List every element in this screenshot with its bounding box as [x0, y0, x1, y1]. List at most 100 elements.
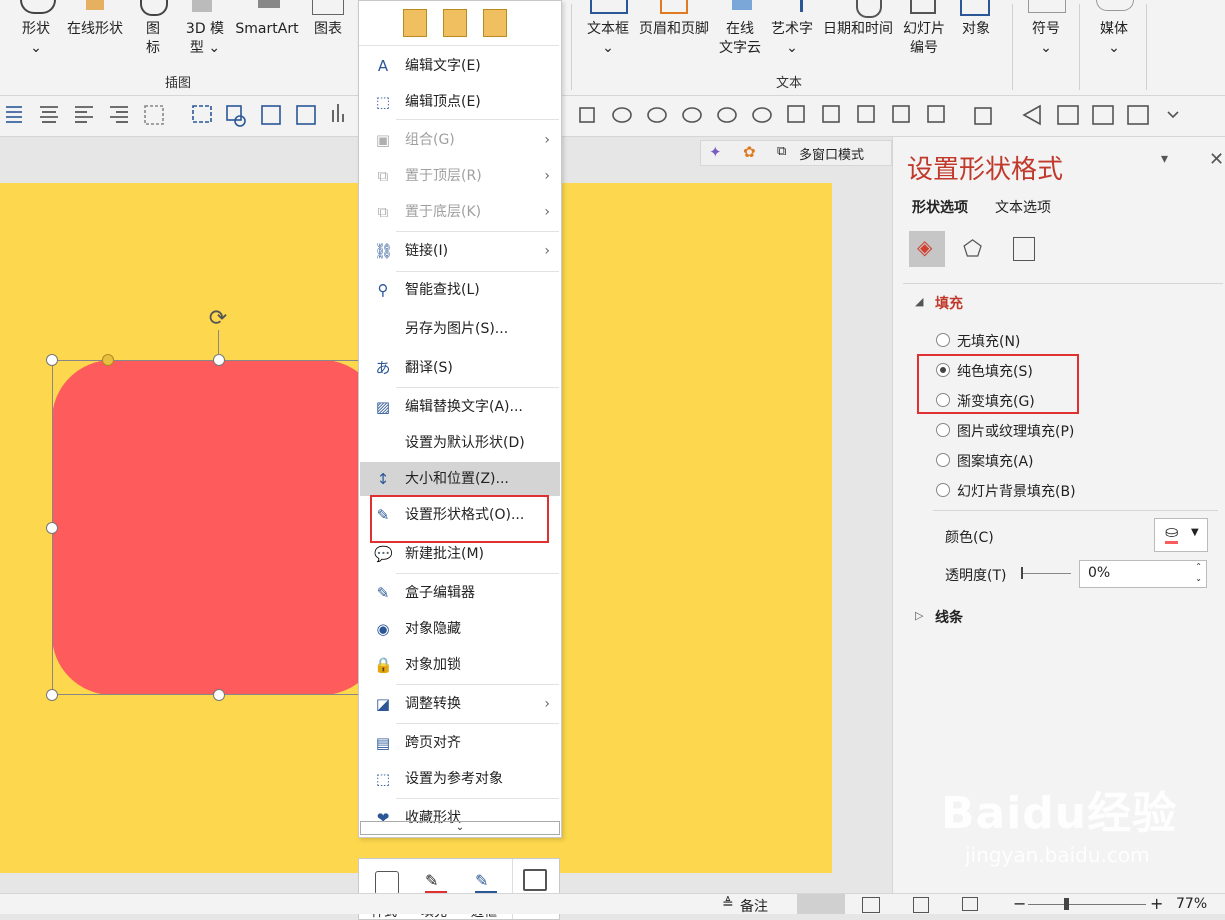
transparency-slider-thumb[interactable]	[1021, 567, 1023, 579]
resize-handle-left[interactable]	[46, 522, 58, 534]
symbol-button[interactable]: 符号 ⌄	[1024, 20, 1068, 58]
text-box-icon	[261, 105, 281, 125]
word-cloud-button[interactable]: 在线 文字云	[716, 20, 764, 58]
menu-scroll-down-icon[interactable]: ⌄	[360, 821, 560, 835]
paste-text-icon[interactable]	[443, 9, 467, 37]
menu-separator	[359, 45, 559, 46]
menu-item-label: 跨页对齐	[405, 735, 461, 751]
zoom-level[interactable]: 77%	[1176, 896, 1207, 912]
menu-item[interactable]: ⬚ 编辑顶点(E)	[360, 85, 560, 119]
tab-text-options[interactable]: 文本选项	[995, 197, 1051, 217]
color-label: 颜色(C)	[945, 530, 994, 546]
zoom-slider[interactable]	[1028, 904, 1146, 905]
menu-item[interactable]: ↕ 大小和位置(Z)...	[360, 462, 560, 496]
close-pane-icon[interactable]: ✕	[1209, 149, 1224, 170]
fill-option-label[interactable]: 图案填充(A)	[957, 451, 1034, 471]
menu-item[interactable]: ⧉ 置于底层(K) ›	[360, 195, 560, 229]
fill-option-label[interactable]: 幻灯片背景填充(B)	[957, 481, 1076, 501]
fill-collapse-icon[interactable]: ◢	[915, 295, 923, 308]
media-button[interactable]: 媒体 ⌄	[1092, 20, 1136, 58]
menu-item[interactable]: ⬚ 设置为参考对象	[360, 762, 560, 796]
color-picker-button[interactable]: ⛀ ▼	[1154, 518, 1208, 552]
menu-item[interactable]: 🔒 对象加锁	[360, 648, 560, 682]
menu-separator	[396, 684, 559, 685]
menu-item[interactable]: ⧉ 置于顶层(R) ›	[360, 159, 560, 193]
fill-option-label[interactable]: 图片或纹理填充(P)	[957, 421, 1074, 441]
chart-button[interactable]: 图表	[310, 20, 346, 39]
line-expand-icon[interactable]: ▷	[915, 609, 923, 622]
fill-option-radio[interactable]	[936, 423, 950, 437]
paste-picture-icon[interactable]	[483, 9, 507, 37]
symbol-label: 符号	[1032, 21, 1060, 37]
menu-item[interactable]: ▨ 编辑替换文字(A)...	[360, 390, 560, 424]
spinner-icon[interactable]: ⌃ ⌄	[1195, 561, 1202, 585]
menu-item[interactable]: ✎ 盒子编辑器	[360, 576, 560, 610]
3d-models-button[interactable]: 3D 模 型 ⌄	[182, 20, 228, 58]
zoom-in-icon[interactable]: +	[1150, 894, 1163, 913]
wordart-button[interactable]: 艺术字 ⌄	[768, 20, 816, 58]
notes-button[interactable]: 备注	[740, 896, 768, 916]
resize-handle-bottom-left[interactable]	[46, 689, 58, 701]
zoom-slider-thumb[interactable]	[1064, 898, 1069, 910]
fill-option-radio[interactable]	[936, 333, 950, 347]
outline-icon[interactable]: ✎	[475, 871, 497, 894]
menu-item[interactable]: ⛓ 链接(I) ›	[360, 234, 560, 268]
fill-line-tab-icon[interactable]: ◈	[909, 231, 945, 267]
resize-handle-top[interactable]	[213, 354, 225, 366]
textbox-button[interactable]: 文本框 ⌄	[584, 20, 632, 58]
pane-options-icon[interactable]: ▾	[1161, 151, 1168, 167]
date-time-button[interactable]: 日期和时间	[819, 20, 897, 39]
tab-shape-options[interactable]: 形状选项	[912, 197, 968, 217]
smartart-button[interactable]: SmartArt	[232, 20, 302, 39]
line-section-header[interactable]: 线条	[935, 607, 963, 627]
shapes-button[interactable]: 形状 ⌄	[16, 20, 56, 58]
resize-handle-bottom[interactable]	[213, 689, 225, 701]
new-comment-icon[interactable]	[523, 869, 547, 891]
adjust-handle[interactable]	[102, 354, 114, 366]
fill-option-radio[interactable]	[936, 483, 950, 497]
word-cloud-label: 在线	[726, 21, 754, 37]
shapes-label: 形状	[22, 21, 50, 37]
menu-item[interactable]: ◉ 对象隐藏	[360, 612, 560, 646]
menu-item[interactable]: ⚲ 智能查找(L)	[360, 273, 560, 307]
fill-option-label[interactable]: 无填充(N)	[957, 331, 1020, 351]
magic-wand-icon[interactable]: ✦	[709, 143, 722, 161]
transparency-input[interactable]: 0% ⌃ ⌄	[1079, 560, 1207, 588]
style-icon[interactable]	[375, 871, 399, 895]
lines-icon-3	[1127, 105, 1149, 125]
zoom-out-icon[interactable]: −	[1013, 894, 1026, 913]
menu-separator	[396, 231, 559, 232]
menu-item[interactable]: ◪ 调整转换 ›	[360, 687, 560, 721]
effects-tab-icon[interactable]: ⬠	[963, 237, 982, 262]
gear-icon[interactable]: ✿	[743, 143, 756, 161]
normal-view-button[interactable]	[797, 894, 845, 914]
online-shapes-button[interactable]: 在线形状	[62, 20, 128, 39]
reading-view-icon[interactable]	[913, 897, 929, 913]
transparency-slider[interactable]	[1021, 573, 1071, 574]
object-button[interactable]: 对象	[954, 20, 998, 39]
header-footer-button[interactable]: 页眉和页脚	[636, 20, 712, 39]
fill-bucket-icon: ⛀	[1165, 523, 1179, 544]
menu-item[interactable]: 设置为默认形状(D)	[360, 426, 560, 460]
size-properties-tab-icon[interactable]	[1013, 237, 1035, 261]
highlight-box	[917, 354, 1079, 414]
menu-item[interactable]: あ翻译(S)	[360, 351, 560, 385]
format-shape-pane: 设置形状格式 ▾ ✕ 形状选项 文本选项 ◈ ⬠ ◢ 填充 无填充(N) 纯色填充…	[892, 137, 1225, 893]
multi-window-button[interactable]: 多窗口模式	[799, 144, 864, 163]
resize-handle-top-left[interactable]	[46, 354, 58, 366]
fill-icon[interactable]: ✎	[425, 871, 447, 894]
paste-icon[interactable]	[403, 9, 427, 37]
slide-sorter-icon[interactable]	[862, 897, 880, 913]
icons-button[interactable]: 图 标	[138, 20, 168, 58]
menu-item[interactable]: ▤ 跨页对齐	[360, 726, 560, 760]
menu-separator	[396, 573, 559, 574]
menu-item[interactable]: A 编辑文字(E)	[360, 49, 560, 83]
rotate-handle-icon[interactable]: ⟳	[206, 307, 230, 331]
fill-section-header[interactable]: 填充	[935, 293, 963, 313]
slideshow-icon[interactable]	[962, 897, 978, 911]
convert-icon: ◪	[375, 695, 391, 713]
slide-number-button[interactable]: 幻灯片 编号	[900, 20, 948, 58]
fill-option-radio[interactable]	[936, 453, 950, 467]
menu-item[interactable]: 另存为图片(S)...	[360, 312, 560, 346]
menu-item[interactable]: ▣ 组合(G) ›	[360, 123, 560, 157]
